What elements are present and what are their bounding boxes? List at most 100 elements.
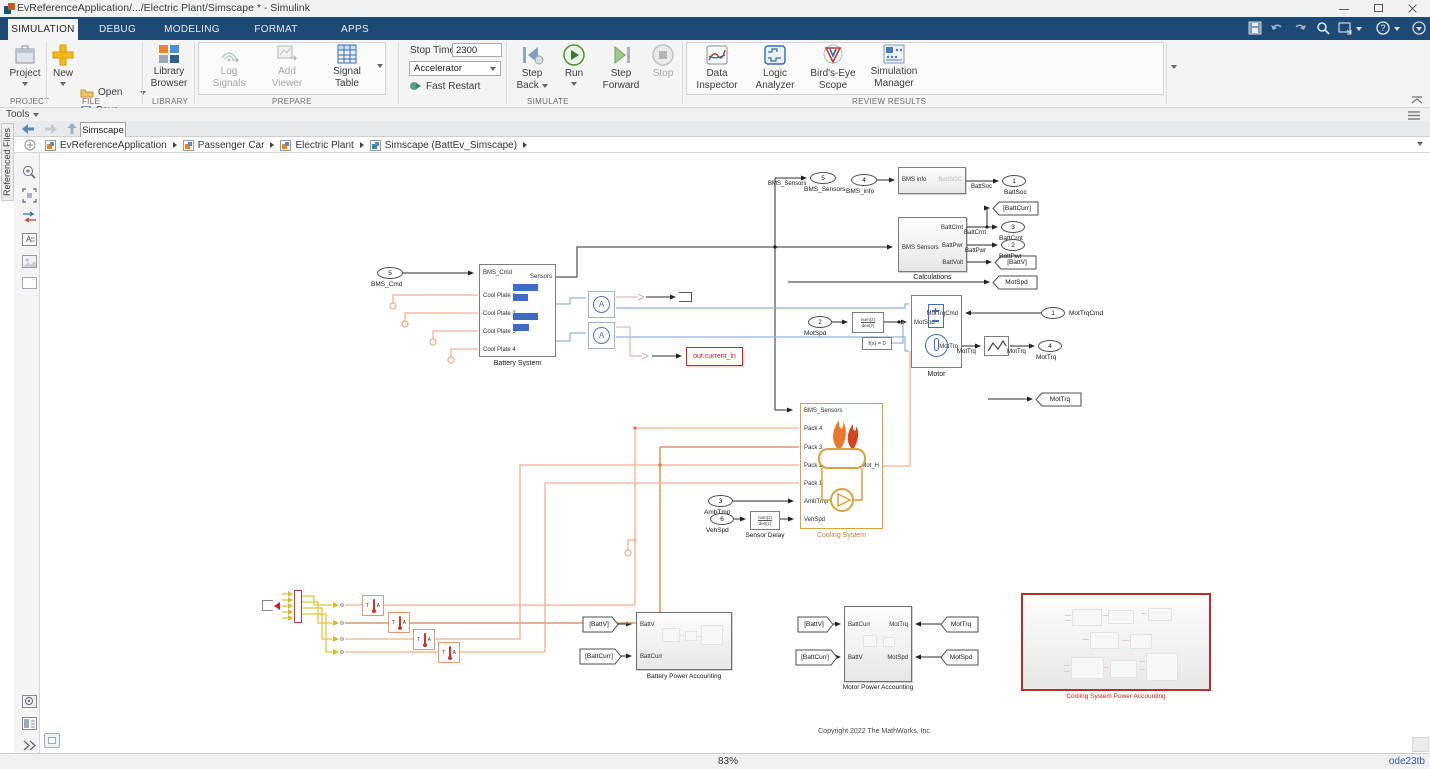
sample-time-legend-icon[interactable] [22,695,37,710]
search-icon[interactable] [1316,21,1331,36]
close-button[interactable] [1395,0,1429,17]
referenced-files-tab[interactable]: Referenced Files [1,123,14,201]
motor-block[interactable]: MotTrqCmd MotSpd MotTrq [911,295,962,368]
sensor-delay-block[interactable]: num(z)den(z) [750,511,780,530]
data-inspector-button[interactable]: Data Inspector [690,44,744,92]
tools-menu[interactable]: Tools [6,109,39,120]
breadcrumb-dropdown-icon[interactable] [1417,142,1423,146]
from-tag[interactable]: [BattCurr] [796,650,834,665]
from-tag[interactable]: MotSpd [944,650,978,665]
help-caret-icon[interactable] [1394,27,1400,31]
inport[interactable]: 3 [708,495,733,507]
inport[interactable]: 4 [851,174,877,186]
sim-mode-select[interactable]: Accelerator [409,61,501,76]
log-signals-button[interactable]: Log Signals [202,44,256,90]
expand-breadcrumb-icon[interactable] [24,139,36,151]
scope-bracket-icon[interactable] [262,600,273,611]
tab-debug[interactable]: DEBUG [90,19,145,40]
diagram-canvas[interactable] [40,153,1430,753]
out-current-block[interactable]: out.current_in [686,347,743,366]
motor-power-accounting-block[interactable]: BattCurr BattV MotTrq MotSpd [844,606,912,682]
save-icon[interactable] [1248,21,1263,36]
fit-to-view-icon[interactable] [22,188,37,203]
outport[interactable]: 3 [1001,221,1025,233]
toolstrip-overflow-caret-icon[interactable] [1171,65,1177,69]
goto-tag[interactable]: [BattV] [998,256,1036,269]
hide-show-bar-icon[interactable] [44,733,60,748]
outport[interactable]: 5 [810,172,836,184]
battery-system-block[interactable]: BMS_Cmd Sensors Cool Plate 1 Cool Plate … [479,264,556,357]
doc-tab-simscape[interactable]: Simscape [80,122,126,137]
current-sensor-block[interactable]: A [588,322,615,349]
solver-link[interactable]: ode23tb [1385,756,1425,767]
menu-icon[interactable] [1408,111,1420,120]
outport[interactable]: 2 [1001,239,1025,251]
breadcrumb-item[interactable]: Electric Plant [280,140,353,151]
tab-format[interactable]: FORMAT [246,19,306,40]
maximize-button[interactable] [1361,0,1395,17]
library-browser-button[interactable]: Library Browser [146,44,192,90]
undo-icon[interactable] [1270,22,1285,35]
simulation-manager-button[interactable]: Simulation Manager [864,44,924,90]
property-inspector-icon[interactable] [22,717,37,732]
stop-time-input[interactable] [452,43,502,57]
breadcrumb-item[interactable]: Simscape (BattEv_Simscape) [370,140,517,151]
from-tag[interactable]: MotTrq [944,617,978,632]
collapse-toolstrip-icon[interactable] [1410,95,1424,104]
forward-icon[interactable] [45,124,57,134]
terminator-block[interactable] [679,292,692,302]
redo-icon[interactable] [1292,22,1307,35]
temperature-sensor-block[interactable]: T A [438,642,460,663]
image-icon[interactable] [22,255,37,270]
goto-tag[interactable]: MotSpd [996,276,1037,289]
tab-apps[interactable]: APPS [327,19,383,40]
subsystem-box-icon[interactable] [22,277,37,292]
account-icon[interactable] [1412,21,1427,36]
signal-table-button[interactable]: Signal Table [320,44,374,90]
current-sensor-block[interactable]: A [588,291,615,318]
from-tag[interactable]: [BattCurr] [580,649,618,664]
outport[interactable]: 1 [1002,175,1026,187]
bus-selector-block[interactable] [294,590,302,623]
solver-configuration-block[interactable]: f(x) = 0 [862,337,892,350]
capture-icon[interactable] [1338,21,1353,36]
birds-eye-scope-button[interactable]: Bird's-Eye Scope [806,44,860,92]
tab-modeling[interactable]: MODELING [160,19,224,40]
help-icon[interactable]: ? [1376,21,1391,36]
goto-tag[interactable]: MotTrq [1039,393,1081,406]
cooling-power-accounting-block[interactable] [1021,593,1211,691]
add-viewer-button[interactable]: Add Viewer [260,44,314,90]
capture-caret-icon[interactable] [1356,27,1362,31]
step-forward-button[interactable]: Step Forward [600,44,642,92]
calculations-block[interactable]: BMS Sensors BattCrnt BattPwr BattVolt [898,217,967,272]
run-button[interactable]: Run [558,44,590,86]
zoom-icon[interactable] [22,165,37,180]
inport[interactable]: 6 [710,513,734,525]
breadcrumb-item[interactable]: EvReferenceApplication [45,140,167,151]
outport[interactable]: 4 [1038,340,1062,352]
temperature-sensor-block[interactable]: T A [413,629,435,650]
from-tag[interactable]: [BattV] [583,617,615,632]
tab-simulation[interactable]: SIMULATION [8,19,78,40]
up-to-parent-icon[interactable] [66,123,78,134]
annotation-icon[interactable]: A [22,233,37,248]
cooling-system-block[interactable]: BMS_Sensors Pack 4 Pack 3 Pack 2 Pack 1 … [800,403,883,529]
rate-transition-block[interactable]: num(z)den(z) [852,312,884,333]
minimize-button[interactable] [1327,0,1361,17]
step-back-button[interactable]: Step Back [512,44,552,92]
fast-restart-button[interactable]: Fast Restart [409,81,480,92]
bms-info-block[interactable]: BMS info BattSOC [898,167,966,194]
from-tag[interactable]: [BattV] [798,617,830,632]
new-button[interactable]: New [48,44,78,86]
battery-power-accounting-block[interactable]: BattV BattCurr [636,612,732,670]
logic-analyzer-button[interactable]: Logic Analyzer [748,44,802,92]
inport[interactable]: 5 [377,267,403,279]
filter-block[interactable] [984,336,1009,356]
back-icon[interactable] [22,124,34,134]
stop-button[interactable]: Stop [648,44,678,80]
breadcrumb-item[interactable]: Passenger Car [183,140,265,151]
inport[interactable]: 1 [1041,307,1065,319]
prepare-overflow-caret-icon[interactable] [377,64,383,68]
temperature-sensor-block[interactable]: T A [362,595,384,616]
inport[interactable]: 2 [808,316,832,328]
